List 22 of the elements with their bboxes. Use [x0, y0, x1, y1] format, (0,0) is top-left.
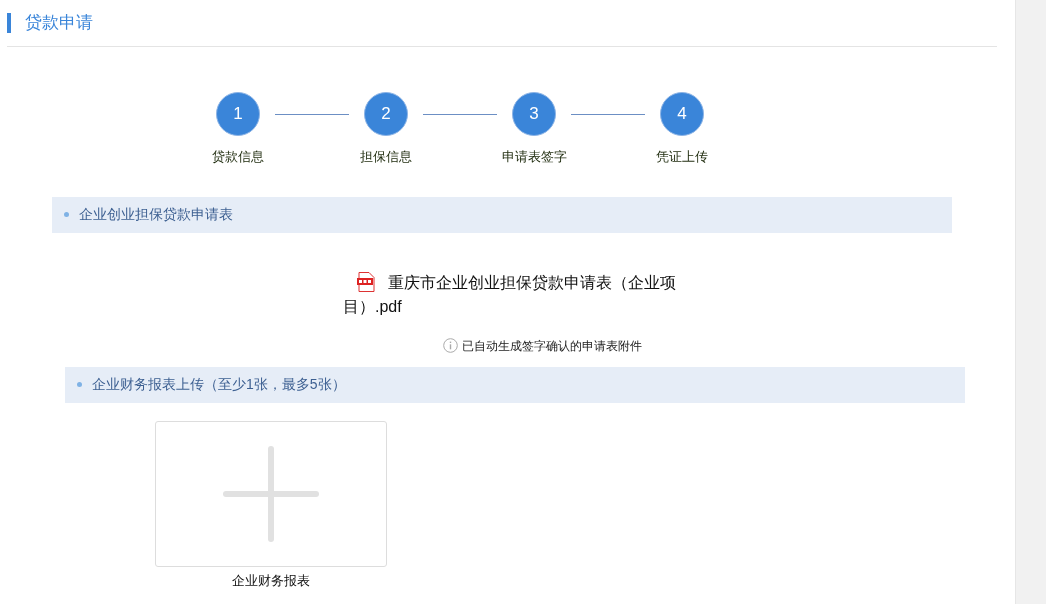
section-title: 企业创业担保贷款申请表 — [79, 205, 233, 224]
scrollbar[interactable] — [1015, 0, 1046, 604]
upload-label: 企业财务报表 — [231, 571, 311, 590]
info-note: 已自动生成签字确认的申请表附件 — [461, 337, 642, 355]
info-icon — [442, 338, 458, 353]
step-label: 贷款信息 — [212, 148, 264, 166]
step-label: 申请表签字 — [501, 148, 567, 166]
bullet-icon — [77, 382, 82, 387]
step-label: 担保信息 — [360, 148, 412, 166]
add-icon — [221, 443, 321, 544]
section-title: 企业财务报表上传（至少1张，最多5张） — [92, 375, 346, 394]
pdf-file-icon — [357, 271, 375, 292]
step-number: 4 — [660, 92, 704, 136]
file-link[interactable]: 重庆市企业创业担保贷款申请表（企业项目）.pdf — [343, 270, 705, 319]
step-label: 凭证上传 — [656, 148, 708, 166]
page-title: 贷款申请 — [25, 12, 93, 35]
upload-tile[interactable] — [155, 420, 387, 567]
title-accent-bar — [7, 13, 11, 33]
step-number: 1 — [216, 92, 260, 136]
step-number: 2 — [364, 92, 408, 136]
step-number: 3 — [512, 92, 556, 136]
bullet-icon — [64, 212, 69, 217]
